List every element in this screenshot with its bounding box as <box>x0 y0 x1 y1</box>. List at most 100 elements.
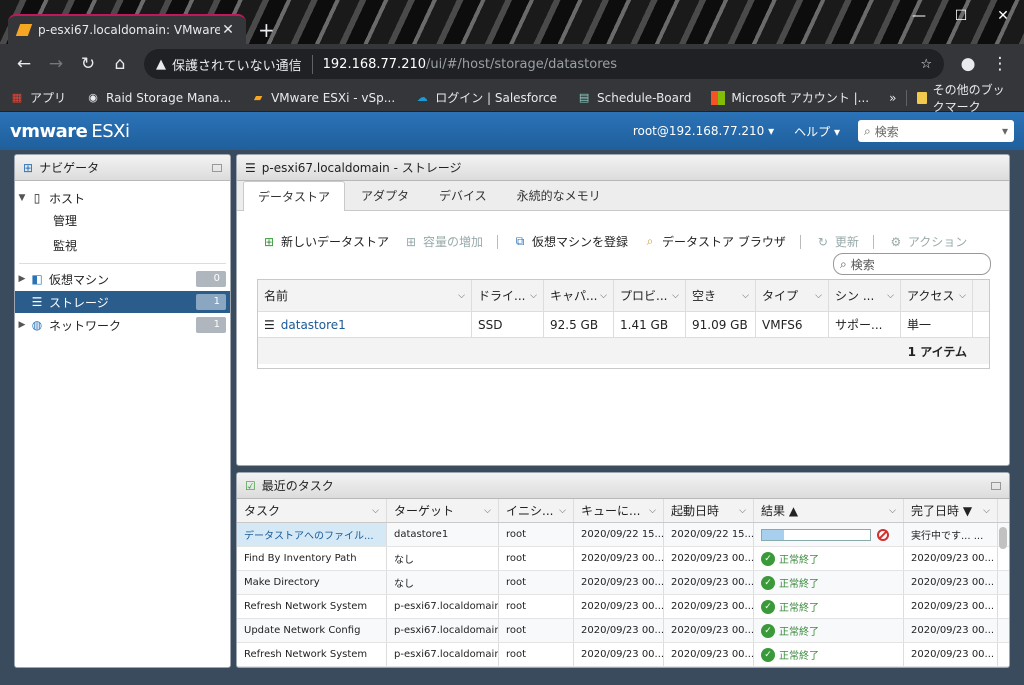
nav-network[interactable]: ▶ ◍ ネットワーク 1 <box>15 314 230 336</box>
chevron-down-icon[interactable]: ▼ <box>15 193 29 203</box>
bookmarks-overflow-button[interactable]: » <box>889 91 896 105</box>
table-row[interactable]: Refresh Network System p-esxi67.localdoma… <box>237 595 1009 619</box>
storage-icon: ☰ <box>245 160 256 175</box>
cloud-icon: ☁ <box>416 91 428 104</box>
table-row[interactable]: Refresh Network System p-esxi67.localdoma… <box>237 643 1009 667</box>
scrollbar[interactable] <box>999 527 1007 549</box>
help-menu[interactable]: ヘルプ ▾ <box>794 123 840 140</box>
nav-host-label: ホスト <box>49 191 86 206</box>
security-status[interactable]: 保護されていない通信 <box>172 54 313 74</box>
close-window-icon[interactable]: ✕ <box>982 0 1024 32</box>
tab-adapters[interactable]: アダプタ <box>347 181 423 210</box>
datastore-search-input[interactable]: ⌕ 検索 <box>833 253 991 275</box>
column-header[interactable]: 空き ⌵ <box>686 280 756 311</box>
collapse-icon[interactable] <box>212 163 222 172</box>
search-placeholder: 検索 <box>874 124 899 139</box>
back-arrow-icon[interactable]: ← <box>8 48 40 80</box>
column-header[interactable]: 名前 ⌵ <box>258 280 472 311</box>
datastore-browser-button[interactable]: ⌕ データストア ブラウザ <box>642 233 786 250</box>
table-row[interactable]: データストアへのファイル... datastore1 root 2020/09/22 … <box>237 523 1009 547</box>
datastore-name-cell[interactable]: ☰ datastore1 <box>258 312 472 337</box>
bookmark-vmware[interactable]: ▰ VMware ESXi - vSp... <box>251 91 395 105</box>
datastore-link[interactable]: datastore1 <box>281 318 346 332</box>
column-header[interactable]: タイプ ⌵ <box>756 280 829 311</box>
browser-titlebar: p-esxi67.localdomain: VMware ESXi ✕ + — … <box>0 0 1024 44</box>
tab-devices[interactable]: デバイス <box>425 181 501 210</box>
register-vm-icon: ⧉ <box>515 234 525 248</box>
column-header[interactable]: シン ... ⌵ <box>829 280 901 311</box>
cancel-icon[interactable] <box>877 528 889 541</box>
search-placeholder: 検索 <box>850 257 875 272</box>
chevron-right-icon[interactable]: ▶ <box>15 274 29 284</box>
forward-arrow-icon[interactable]: → <box>40 48 72 80</box>
nav-vms[interactable]: ▶ ◧ 仮想マシン 0 <box>15 268 230 290</box>
new-datastore-button[interactable]: ⊞ 新しいデータストア <box>261 233 389 250</box>
other-bookmarks[interactable]: その他のブックマーク <box>933 81 1014 115</box>
chevron-right-icon[interactable]: ▶ <box>15 320 29 330</box>
tab-datastores[interactable]: データストア <box>243 181 346 211</box>
table-row[interactable]: Update Network Config p-esxi67.localdomai… <box>237 619 1009 643</box>
column-header[interactable]: アクセス ⌵ <box>901 280 973 311</box>
reload-icon[interactable]: ↻ <box>72 48 104 80</box>
storage-header: ☰ p-esxi67.localdomain - ストレージ <box>237 155 1009 181</box>
bookmark-star-icon[interactable]: ☆ <box>920 57 932 72</box>
user-menu[interactable]: root@192.168.77.210 ▾ <box>633 124 774 138</box>
collapse-icon[interactable] <box>991 481 1001 490</box>
menu-dots-icon[interactable]: ⋮ <box>984 48 1016 80</box>
new-tab-icon[interactable]: + <box>258 18 275 42</box>
home-icon[interactable]: ⌂ <box>104 48 136 80</box>
column-header[interactable]: ターゲット ⌵ <box>387 499 499 522</box>
profile-icon[interactable]: ● <box>952 48 984 80</box>
nav-manage[interactable]: 管理 <box>15 209 230 231</box>
table-cell: サポー... <box>829 312 901 337</box>
register-vm-button[interactable]: ⧉ 仮想マシンを登録 <box>512 233 628 250</box>
address-bar[interactable]: ▲ 保護されていない通信 192.168.77.210 /ui/#/host/s… <box>144 49 944 79</box>
table-cell: 91.09 GB <box>686 312 756 337</box>
column-header[interactable]: キャパ... ⌵ <box>544 280 614 311</box>
bookmark-schedule[interactable]: ▤ Schedule-Board <box>577 91 692 105</box>
actions-button[interactable]: ⚙ アクション <box>888 233 968 250</box>
maximize-icon[interactable]: ☐ <box>940 0 982 32</box>
task-completed-cell: 2020/09/23 00... <box>904 571 998 594</box>
bookmark-raid[interactable]: ◉ Raid Storage Mana... <box>86 91 231 105</box>
header-search-input[interactable]: ⌕ 検索 ▾ <box>858 120 1014 142</box>
bookmark-apps[interactable]: ▦ アプリ <box>10 89 66 106</box>
minimize-icon[interactable]: — <box>898 0 940 32</box>
table-cell: 単一 <box>901 312 973 337</box>
warning-icon[interactable]: ▲ <box>156 57 166 72</box>
chevron-down-icon[interactable]: ▾ <box>1002 124 1008 138</box>
increase-capacity-button[interactable]: ⊞ 容量の増加 <box>403 233 483 250</box>
microsoft-icon <box>711 90 726 105</box>
task-started-cell: 2020/09/23 00... <box>664 547 754 570</box>
column-header[interactable]: イニシ... ⌵ <box>499 499 574 522</box>
nav-monitor-label: 監視 <box>53 238 78 253</box>
nav-network-label: ネットワーク <box>49 318 122 333</box>
column-header[interactable]: 起動日時 ⌵ <box>664 499 754 522</box>
table-row[interactable]: ☰ datastore1 SSD 92.5 GB 1.41 GB 91.09 G… <box>258 312 989 338</box>
task-task-cell: Make Directory <box>237 571 387 594</box>
task-started-cell: 2020/09/23 00... <box>664 619 754 642</box>
close-tab-icon[interactable]: ✕ <box>220 22 236 38</box>
nav-storage[interactable]: ☰ ストレージ 1 <box>15 291 230 313</box>
column-header[interactable]: キューに... ⌵ <box>574 499 664 522</box>
browser-tab[interactable]: p-esxi67.localdomain: VMware ESXi ✕ <box>8 14 246 44</box>
column-header[interactable]: 完了日時 ▼ ⌵ <box>904 499 998 522</box>
refresh-button[interactable]: ↻ 更新 <box>815 233 859 250</box>
bookmark-microsoft[interactable]: Microsoft アカウント |... <box>711 89 869 106</box>
column-header[interactable]: 結果 ▲ ⌵ <box>754 499 904 522</box>
divider <box>19 263 226 264</box>
recent-tasks-panel: ☑ 最近のタスク タスク ⌵ ターゲット ⌵ イニシ... ⌵ キューに... ⌵ 起動… <box>236 472 1010 668</box>
vm-icon: ◧ <box>31 272 43 286</box>
task-target-cell: なし <box>387 547 499 570</box>
url-path: /ui/#/host/storage/datastores <box>426 56 618 72</box>
table-row[interactable]: Find By Inventory Path なし root 2020/09/23 0… <box>237 547 1009 571</box>
nav-monitor[interactable]: 監視 <box>15 234 230 256</box>
column-header[interactable]: タスク ⌵ <box>237 499 387 522</box>
tab-persistent-memory[interactable]: 永続的なメモリ <box>503 181 615 210</box>
nav-host[interactable]: ▼ ▯ ホスト <box>15 187 230 209</box>
apps-grid-icon: ▦ <box>11 91 23 104</box>
bookmark-salesforce[interactable]: ☁ ログイン | Salesforce <box>415 89 557 106</box>
column-header[interactable]: ドライ... ⌵ <box>472 280 544 311</box>
column-header[interactable]: プロビ... ⌵ <box>614 280 686 311</box>
table-row[interactable]: Make Directory なし root 2020/09/23 00... 2020… <box>237 571 1009 595</box>
